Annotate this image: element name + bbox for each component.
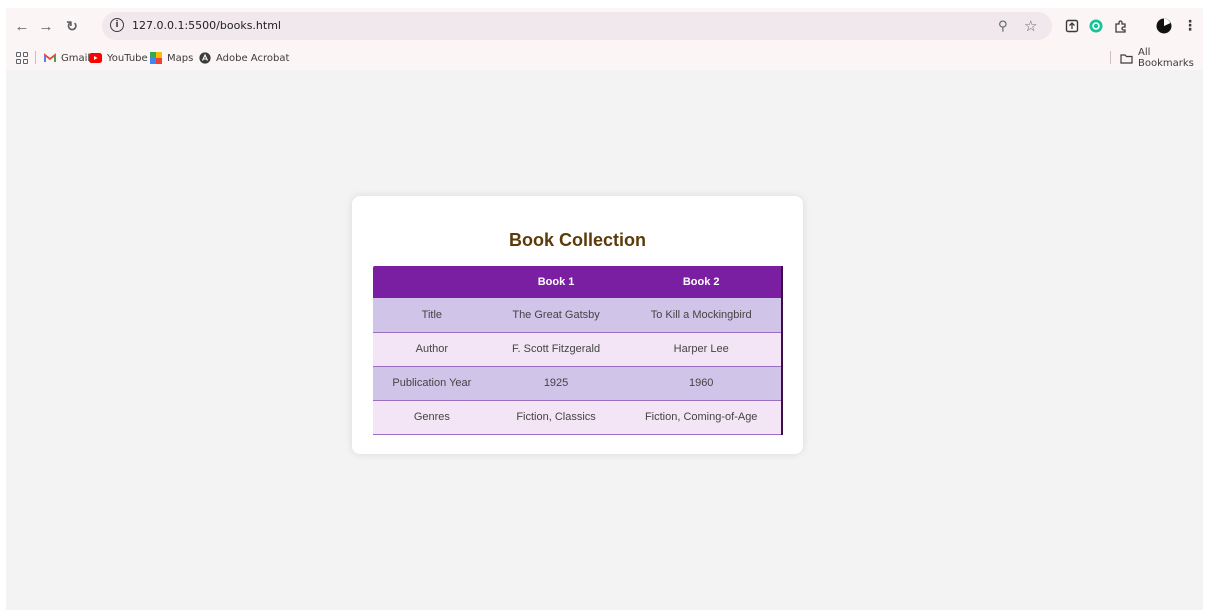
extensions-puzzle-icon[interactable] (1112, 18, 1128, 34)
zoom-icon[interactable]: ⚲ (998, 19, 1008, 34)
acrobat-icon (198, 52, 211, 64)
folder-icon (1120, 53, 1133, 64)
bookmark-acrobat[interactable]: Adobe Acrobat (198, 51, 289, 65)
address-bar[interactable]: i 127.0.0.1:5500/books.html ⚲ ☆ (102, 12, 1052, 40)
table-cell: The Great Gatsby (490, 298, 622, 333)
bookmarks-divider (35, 51, 36, 64)
extension-download-icon[interactable] (1064, 18, 1080, 34)
page-title: Book Collection (508, 230, 646, 250)
table-row: Genres Fiction, Classics Fiction, Coming… (373, 400, 782, 435)
url-text: 127.0.0.1:5500/books.html (132, 19, 281, 32)
books-table: Book 1 Book 2 Title The Great Gatsby To … (373, 266, 783, 435)
table-row: Publication Year 1925 1960 (373, 366, 782, 401)
maps-icon (149, 52, 162, 64)
bookmark-maps[interactable]: Maps (149, 51, 193, 65)
bookmark-star-icon[interactable]: ☆ (1024, 17, 1037, 35)
menu-kebab-icon[interactable]: ⋮ (1182, 18, 1198, 34)
gmail-icon (43, 53, 56, 64)
back-button[interactable]: ← (12, 16, 32, 36)
site-info-icon[interactable]: i (110, 18, 124, 32)
table-cell: To Kill a Mockingbird (621, 298, 782, 333)
table-row: Title The Great Gatsby To Kill a Mocking… (373, 298, 782, 333)
column-header-book-2: Book 2 (621, 266, 782, 298)
row-label: Author (373, 332, 491, 367)
table-cell: 1960 (621, 366, 782, 401)
row-label: Publication Year (373, 366, 491, 401)
profile-avatar-icon[interactable] (1156, 18, 1172, 34)
row-label: Title (373, 298, 491, 333)
bookmark-youtube[interactable]: YouTube (89, 51, 148, 65)
grammarly-icon[interactable] (1088, 18, 1104, 34)
reload-button[interactable]: ↻ (62, 16, 82, 36)
forward-button[interactable]: → (36, 16, 56, 36)
table-header-row: Book 1 Book 2 (373, 266, 782, 298)
row-label: Genres (373, 400, 491, 435)
bookmarks-divider-right (1110, 51, 1111, 64)
column-header-label (373, 266, 491, 298)
browser-toolbar: ← → ↻ i 127.0.0.1:5500/books.html ⚲ ☆ ⋮ (6, 8, 1203, 44)
bookmarks-bar: Gmail YouTube Maps Adobe Acrobat All Boo… (6, 44, 1203, 70)
table-row: Author F. Scott Fitzgerald Harper Lee (373, 332, 782, 367)
apps-grid-icon[interactable] (16, 52, 28, 64)
table-cell: Harper Lee (621, 332, 782, 367)
book-collection-card: Book Collection Book 1 Book 2 Title The … (352, 196, 803, 454)
all-bookmarks-button[interactable]: All Bookmarks (1120, 47, 1203, 69)
browser-window: ← → ↻ i 127.0.0.1:5500/books.html ⚲ ☆ ⋮ (6, 8, 1203, 610)
bookmark-gmail[interactable]: Gmail (43, 51, 90, 65)
column-header-book-1: Book 1 (490, 266, 622, 298)
table-cell: 1925 (490, 366, 622, 401)
youtube-icon (89, 53, 102, 64)
table-cell: F. Scott Fitzgerald (490, 332, 622, 367)
table-cell: Fiction, Classics (490, 400, 622, 435)
table-cell: Fiction, Coming-of-Age (621, 400, 782, 435)
